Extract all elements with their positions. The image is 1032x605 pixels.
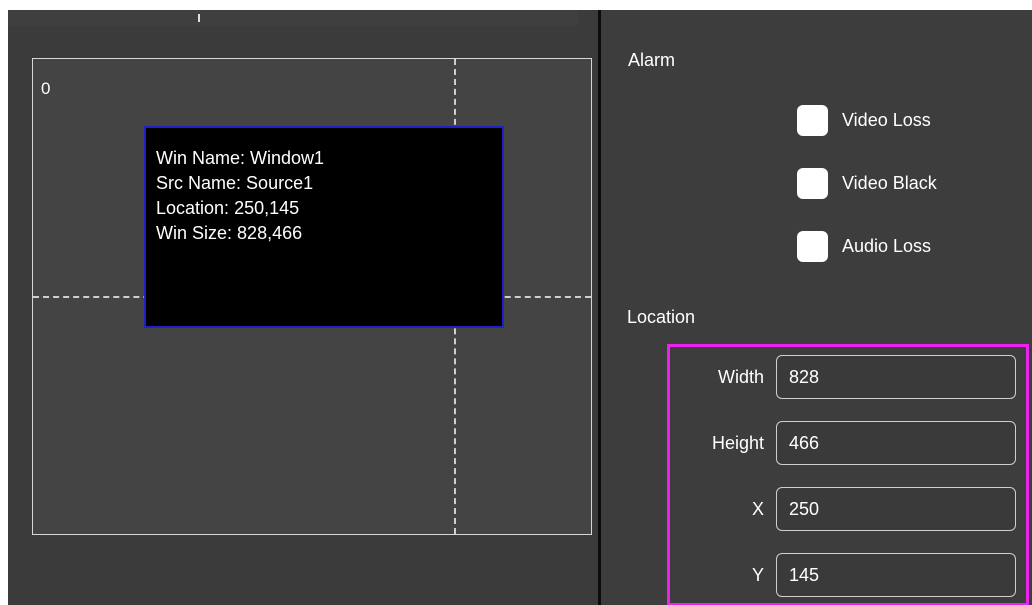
- location-section-title: Location: [627, 307, 696, 327]
- audio-loss-label: Audio Loss: [842, 236, 932, 256]
- video-loss-label: Video Loss: [842, 110, 931, 130]
- location-fields-group: Width Height X Y: [667, 344, 1029, 605]
- win-name-row: Win Name: Window1: [156, 146, 492, 171]
- y-row: Y: [670, 553, 1026, 597]
- height-input[interactable]: [776, 421, 1016, 465]
- location-label: Location:: [156, 198, 230, 218]
- audio-loss-option[interactable]: Audio Loss: [797, 231, 931, 262]
- width-label: Width: [717, 367, 764, 387]
- height-label: Height: [711, 433, 764, 453]
- canvas-origin-label: 0: [41, 79, 51, 98]
- video-black-checkbox[interactable]: [797, 168, 828, 199]
- src-name-value: Source1: [246, 173, 314, 193]
- src-name-row: Src Name: Source1: [156, 171, 492, 196]
- preview-panel: 0 Win Name: Window1 Src Name: Source1 Lo…: [8, 10, 598, 605]
- win-size-label: Win Size:: [156, 223, 233, 243]
- properties-panel: Alarm Video Loss Video Black Audio Loss …: [601, 10, 1032, 605]
- video-loss-checkbox[interactable]: [797, 105, 828, 136]
- app-window: 0 Win Name: Window1 Src Name: Source1 Lo…: [8, 10, 1032, 605]
- win-name-value: Window1: [250, 148, 325, 168]
- height-row: Height: [670, 421, 1026, 465]
- layout-canvas[interactable]: 0 Win Name: Window1 Src Name: Source1 Lo…: [32, 58, 592, 535]
- y-input[interactable]: [776, 553, 1016, 597]
- width-row: Width: [670, 355, 1026, 399]
- y-label: Y: [751, 565, 764, 585]
- src-name-label: Src Name:: [156, 173, 242, 193]
- win-size-row: Win Size: 828,466: [156, 221, 492, 246]
- x-input[interactable]: [776, 487, 1016, 531]
- location-value: 250,145: [234, 198, 300, 218]
- x-label: X: [751, 499, 764, 519]
- video-loss-option[interactable]: Video Loss: [797, 105, 931, 136]
- video-black-option[interactable]: Video Black: [797, 168, 937, 199]
- alarm-section-title: Alarm: [628, 50, 676, 70]
- video-black-label: Video Black: [842, 173, 937, 193]
- x-row: X: [670, 487, 1026, 531]
- top-ruler: [8, 10, 578, 26]
- win-name-label: Win Name:: [156, 148, 246, 168]
- width-input[interactable]: [776, 355, 1016, 399]
- audio-loss-checkbox[interactable]: [797, 231, 828, 262]
- win-size-value: 828,466: [237, 223, 303, 243]
- ruler-tick: [198, 14, 200, 22]
- location-row: Location: 250,145: [156, 196, 492, 221]
- window-preview-box[interactable]: Win Name: Window1 Src Name: Source1 Loca…: [144, 126, 504, 328]
